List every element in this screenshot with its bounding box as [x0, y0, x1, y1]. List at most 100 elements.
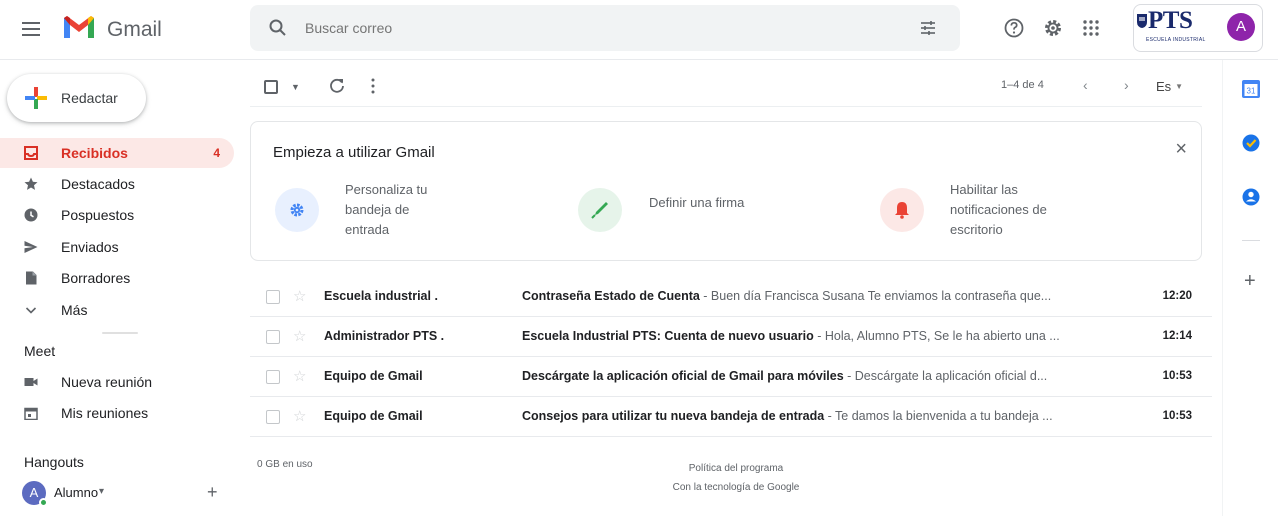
side-panel: 31 +	[1222, 60, 1278, 516]
hangouts-user-selector[interactable]: A Alumno ▾	[22, 481, 222, 507]
apps-grid-icon[interactable]	[1080, 17, 1102, 39]
email-snippet: - Hola, Alumno PTS, Se le ha abierto una…	[813, 329, 1060, 343]
refresh-icon[interactable]	[329, 78, 345, 94]
email-row[interactable]: ☆ Escuela industrial . Contraseña Estado…	[250, 277, 1212, 317]
help-icon[interactable]	[1003, 17, 1025, 39]
tasks-app-icon[interactable]	[1241, 133, 1261, 153]
feature-label-line: Personaliza tu	[345, 182, 428, 197]
feature-customize-inbox[interactable]: Personaliza tu bandeja de entrada	[275, 180, 475, 240]
feature-set-signature[interactable]: Definir una firma	[578, 180, 818, 240]
email-snippet: - Te damos la bienvenida a tu bandeja ..…	[824, 409, 1053, 423]
caret-down-icon: ▼	[1175, 82, 1184, 91]
email-checkbox[interactable]	[266, 410, 280, 424]
email-time: 10:53	[1162, 370, 1192, 382]
email-checkbox[interactable]	[266, 370, 280, 384]
select-dropdown-icon[interactable]: ▼	[291, 82, 300, 92]
account-avatar[interactable]: A	[1227, 13, 1255, 41]
side-panel-divider	[1242, 240, 1260, 241]
feature-label: Definir una firma	[649, 195, 745, 210]
feature-label-line: entrada	[345, 222, 390, 237]
pen-icon	[591, 202, 608, 219]
sidebar-item-my-meetings[interactable]: Mis reuniones	[0, 398, 234, 428]
star-outline-icon[interactable]: ☆	[293, 367, 306, 385]
email-time: 12:20	[1162, 290, 1192, 302]
onboarding-card: Empieza a utilizar Gmail × Personaliza t…	[250, 121, 1202, 261]
gmail-brand[interactable]: Gmail	[107, 18, 162, 42]
program-policy-link[interactable]: Política del programa	[620, 459, 852, 478]
language-label: Es	[1156, 79, 1172, 94]
org-logo-subtitle: ESCUELA INDUSTRIAL	[1146, 37, 1206, 43]
email-row[interactable]: ☆ Administrador PTS . Escuela Industrial…	[250, 317, 1212, 357]
compose-button[interactable]: Redactar	[7, 74, 146, 122]
sidebar-item-label: Enviados	[61, 239, 119, 255]
email-content: Contraseña Estado de Cuenta - Buen día F…	[522, 289, 1100, 303]
sidebar-resize-handle[interactable]	[102, 332, 138, 334]
settings-icon[interactable]	[1042, 17, 1064, 39]
sidebar-item-label: Nueva reunión	[61, 374, 153, 390]
sidebar-item-inbox[interactable]: Recibidos 4	[0, 138, 234, 168]
more-options-icon[interactable]	[371, 78, 375, 94]
email-subject: Escuela Industrial PTS: Cuenta de nuevo …	[522, 329, 814, 343]
draft-icon	[26, 271, 37, 285]
search-icon[interactable]	[268, 18, 288, 38]
hangouts-section-title: Hangouts	[24, 454, 84, 470]
input-tools-button[interactable]: Es ▼	[1156, 79, 1183, 94]
sidebar-item-new-meeting[interactable]: Nueva reunión	[0, 367, 234, 397]
video-icon	[24, 378, 38, 386]
sidebar-item-label: Destacados	[61, 176, 135, 192]
feature-label-line: Habilitar las	[950, 182, 1018, 197]
sidebar-item-label: Pospuestos	[61, 207, 135, 223]
feature-label-line: escritorio	[950, 222, 1003, 237]
email-checkbox[interactable]	[266, 330, 280, 344]
online-status-dot	[39, 498, 48, 507]
star-icon	[24, 177, 38, 190]
email-row[interactable]: ☆ Equipo de Gmail Consejos para utilizar…	[250, 397, 1212, 437]
search-input[interactable]	[305, 17, 885, 39]
email-subject: Consejos para utilizar tu nueva bandeja …	[522, 409, 825, 423]
inbox-icon	[24, 146, 38, 160]
main-menu-icon[interactable]	[22, 22, 40, 36]
feature-enable-notifications[interactable]: Habilitar las notificaciones de escritor…	[880, 180, 1120, 240]
meet-section-title: Meet	[24, 343, 56, 359]
email-time: 10:53	[1162, 410, 1192, 422]
gmail-logo-icon[interactable]	[62, 14, 96, 40]
calendar-app-icon[interactable]: 31	[1241, 79, 1261, 99]
star-outline-icon[interactable]: ☆	[293, 407, 306, 425]
compose-label: Redactar	[61, 90, 118, 106]
sidebar-item-label: Más	[61, 302, 88, 318]
top-bar: Gmail PTS ES	[0, 0, 1278, 60]
email-row[interactable]: ☆ Equipo de Gmail Descárgate la aplicaci…	[250, 357, 1212, 397]
contacts-app-icon[interactable]	[1241, 187, 1261, 207]
email-snippet: - Descárgate la aplicación oficial d...	[843, 369, 1048, 383]
feature-label: Habilitar las notificaciones de escritor…	[950, 180, 1047, 240]
toolbar-divider	[250, 106, 1202, 107]
email-sender: Escuela industrial .	[324, 289, 438, 303]
search-bar[interactable]	[250, 5, 960, 51]
sidebar-item-label: Mis reuniones	[61, 405, 149, 421]
email-checkbox[interactable]	[266, 290, 280, 304]
star-outline-icon[interactable]: ☆	[293, 327, 306, 345]
feature-label-line: notificaciones de	[950, 202, 1047, 217]
select-all-checkbox[interactable]	[264, 80, 278, 94]
sidebar-item-snoozed[interactable]: Pospuestos	[0, 200, 234, 230]
add-contact-icon[interactable]: +	[207, 482, 218, 503]
pagination-info: 1–4 de 4	[1001, 79, 1044, 91]
search-options-icon[interactable]	[918, 18, 938, 38]
prev-page-icon[interactable]: ‹	[1083, 77, 1088, 93]
caret-down-icon: ▾	[99, 486, 105, 497]
star-outline-icon[interactable]: ☆	[293, 287, 306, 305]
sidebar-item-starred[interactable]: Destacados	[0, 169, 234, 199]
chevron-down-icon	[25, 307, 37, 314]
get-addons-icon[interactable]: +	[1244, 270, 1256, 293]
sidebar-item-drafts[interactable]: Borradores	[0, 263, 234, 293]
email-sender: Equipo de Gmail	[324, 369, 423, 383]
bell-icon	[895, 202, 909, 219]
next-page-icon[interactable]: ›	[1124, 77, 1129, 93]
sidebar-item-sent[interactable]: Enviados	[0, 232, 234, 262]
email-subject: Descárgate la aplicación oficial de Gmai…	[522, 369, 844, 383]
pts-shield-icon	[1137, 14, 1147, 28]
storage-usage: 0 GB en uso	[257, 459, 313, 470]
sidebar-item-more[interactable]: Más	[0, 295, 234, 325]
sidebar-item-label: Borradores	[61, 270, 131, 286]
close-icon[interactable]: ×	[1175, 138, 1187, 161]
